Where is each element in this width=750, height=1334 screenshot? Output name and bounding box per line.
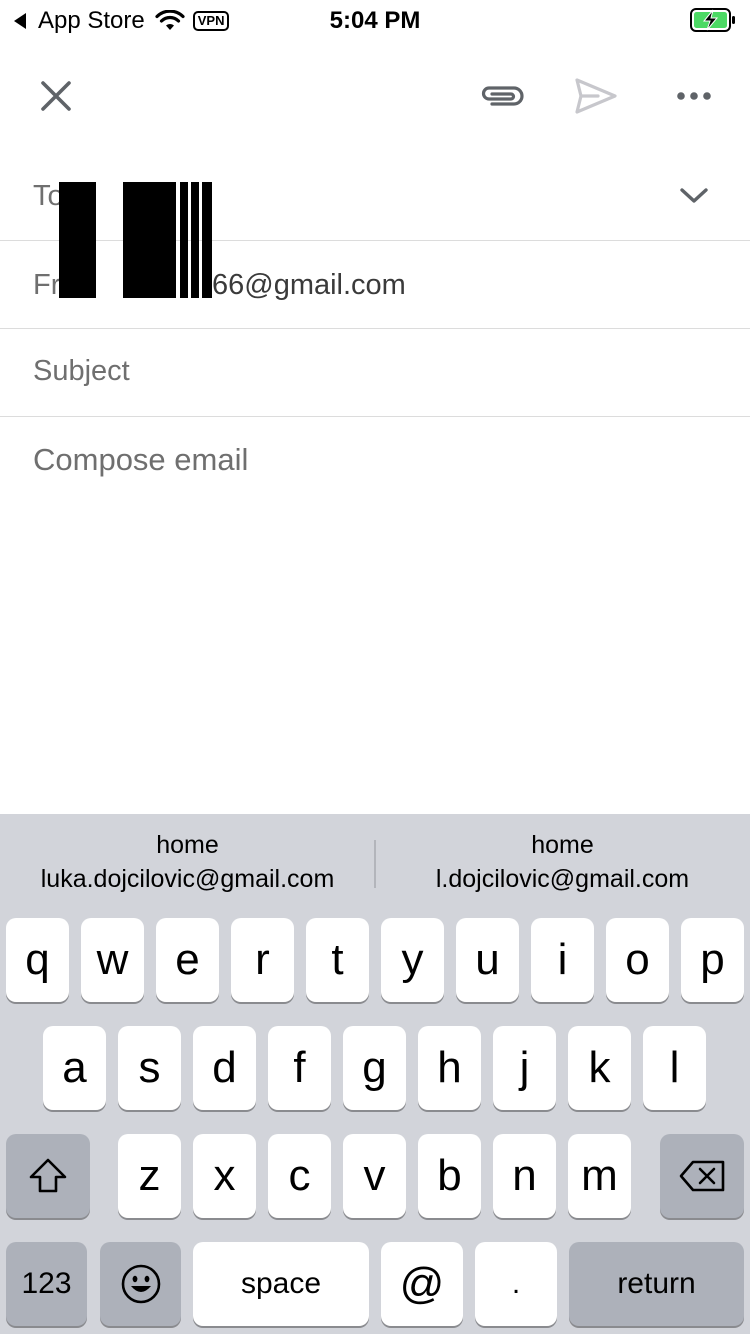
redaction-bar	[202, 182, 212, 298]
key-q[interactable]: q	[6, 918, 69, 1002]
key-w[interactable]: w	[81, 918, 144, 1002]
status-time: 5:04 PM	[329, 7, 421, 34]
chevron-down-icon	[680, 188, 708, 203]
key-j[interactable]: j	[493, 1026, 556, 1110]
compose-body-placeholder[interactable]: Compose email	[33, 442, 248, 478]
suggestion-email: luka.dojcilovic@gmail.com	[40, 865, 335, 893]
key-k[interactable]: k	[568, 1026, 631, 1110]
to-field[interactable]: To	[0, 152, 750, 241]
key-d[interactable]: d	[193, 1026, 256, 1110]
shift-key[interactable]	[6, 1134, 90, 1218]
key-x[interactable]: x	[193, 1134, 256, 1218]
key-s[interactable]: s	[118, 1026, 181, 1110]
redaction-bar	[59, 182, 96, 298]
more-options-button[interactable]	[670, 72, 718, 120]
redaction-bar	[123, 182, 176, 298]
emoji-key[interactable]	[100, 1242, 181, 1326]
backspace-key[interactable]	[660, 1134, 744, 1218]
period-key[interactable]: .	[475, 1242, 557, 1326]
key-r[interactable]: r	[231, 918, 294, 1002]
subject-field[interactable]: Subject	[0, 329, 750, 417]
suggestion-label: home	[531, 831, 594, 859]
key-y[interactable]: y	[381, 918, 444, 1002]
compose-toolbar	[0, 56, 750, 136]
key-e[interactable]: e	[156, 918, 219, 1002]
redaction-bar	[180, 182, 188, 298]
key-p[interactable]: p	[681, 918, 744, 1002]
key-g[interactable]: g	[343, 1026, 406, 1110]
keyboard: home luka.dojcilovic@gmail.com home l.do…	[0, 814, 750, 1334]
key-l[interactable]: l	[643, 1026, 706, 1110]
subject-placeholder: Subject	[33, 355, 130, 387]
status-bar: App Store VPN 5:04 PM	[0, 0, 750, 40]
paperclip-icon	[481, 86, 524, 106]
from-label: Fr	[33, 269, 61, 301]
space-key[interactable]: space	[193, 1242, 369, 1326]
key-b[interactable]: b	[418, 1134, 481, 1218]
at-key[interactable]: @	[381, 1242, 463, 1326]
expand-recipients-button[interactable]	[672, 176, 716, 216]
key-c[interactable]: c	[268, 1134, 331, 1218]
battery-charging-icon	[690, 8, 735, 32]
numbers-key[interactable]: 123	[6, 1242, 87, 1326]
send-button[interactable]	[572, 72, 620, 120]
redaction-bar	[191, 182, 199, 298]
key-a[interactable]: a	[43, 1026, 106, 1110]
key-t[interactable]: t	[306, 918, 369, 1002]
close-icon	[41, 81, 71, 111]
key-n[interactable]: n	[493, 1134, 556, 1218]
close-button[interactable]	[32, 72, 80, 120]
from-address: 66@gmail.com	[212, 269, 406, 301]
attach-button[interactable]	[478, 72, 526, 120]
from-field[interactable]: Fr 66@gmail.com	[0, 241, 750, 329]
suggestion-2[interactable]: home l.dojcilovic@gmail.com	[375, 828, 750, 896]
key-u[interactable]: u	[456, 918, 519, 1002]
return-key[interactable]: return	[569, 1242, 744, 1326]
suggestion-email: l.dojcilovic@gmail.com	[435, 865, 690, 893]
suggestion-1[interactable]: home luka.dojcilovic@gmail.com	[0, 828, 375, 896]
more-horizontal-icon	[677, 92, 711, 100]
key-i[interactable]: i	[531, 918, 594, 1002]
send-icon	[575, 78, 617, 114]
emoji-icon	[121, 1264, 160, 1304]
shift-icon	[29, 1158, 67, 1193]
key-h[interactable]: h	[418, 1026, 481, 1110]
backspace-icon	[679, 1160, 725, 1192]
key-m[interactable]: m	[568, 1134, 631, 1218]
suggestion-label: home	[156, 831, 219, 859]
key-f[interactable]: f	[268, 1026, 331, 1110]
key-v[interactable]: v	[343, 1134, 406, 1218]
key-z[interactable]: z	[118, 1134, 181, 1218]
key-o[interactable]: o	[606, 918, 669, 1002]
